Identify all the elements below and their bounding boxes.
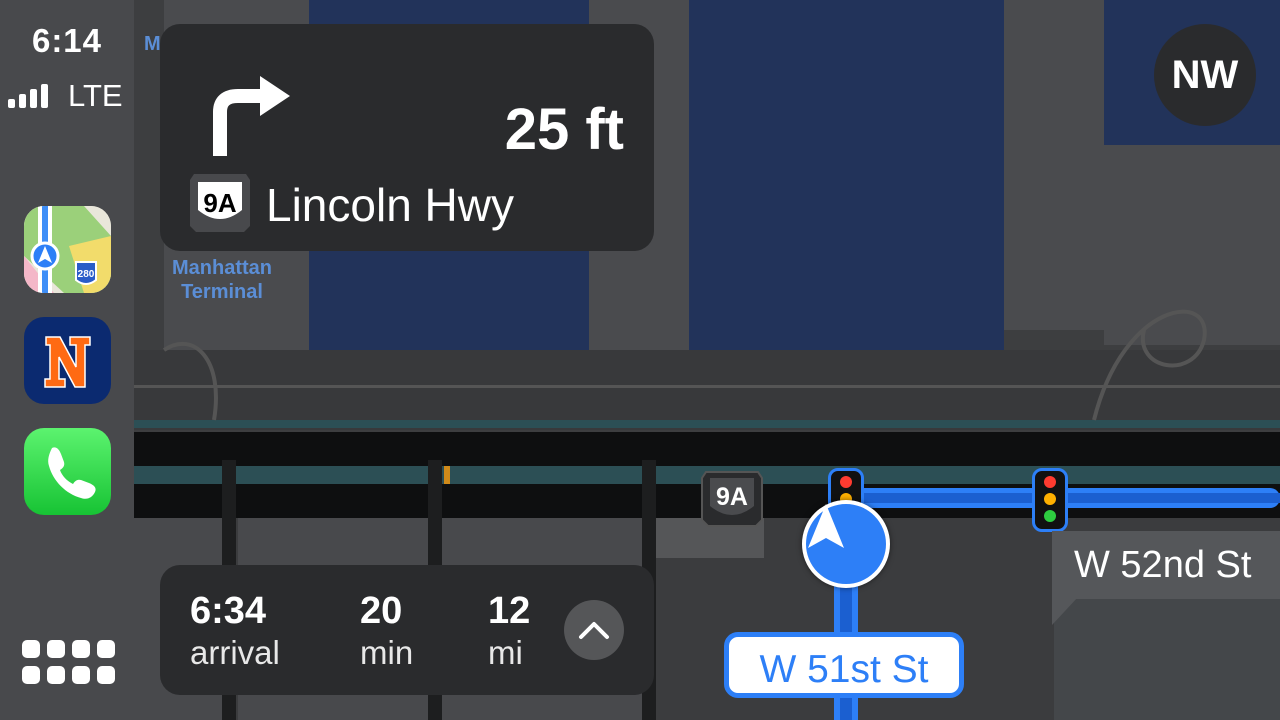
- arrival-time: 6:34: [190, 590, 267, 632]
- arrival-label: arrival: [190, 634, 280, 671]
- poi-label-terminal[interactable]: Manhattan Terminal: [162, 256, 282, 304]
- maneuver-card[interactable]: 25 ft 9A Lincoln Hwy: [160, 24, 654, 251]
- distance-label: mi: [488, 634, 523, 671]
- svg-text:280: 280: [78, 269, 95, 280]
- next-street-label: W 52nd St: [1052, 531, 1280, 625]
- route-shield-icon: 9A: [188, 172, 252, 234]
- traffic-light-icon: [1032, 468, 1068, 532]
- maneuver-distance: 25 ft: [504, 97, 624, 162]
- route-shield-icon: 9A: [700, 470, 764, 528]
- carplay-sidebar: 6:14 LTE 280: [0, 0, 134, 720]
- poi-label-partial: M: [144, 33, 161, 55]
- trip-summary-card[interactable]: 6:34 arrival 20 min 12 mi: [160, 565, 654, 695]
- compass-button[interactable]: NW: [1154, 24, 1256, 126]
- arrival-stat: 6:34 arrival: [190, 589, 280, 673]
- maps-app-icon[interactable]: 280: [24, 206, 111, 293]
- distance-stat: 12 mi: [488, 589, 530, 673]
- phone-app-icon[interactable]: [24, 428, 111, 515]
- maneuver-road-name: Lincoln Hwy: [266, 179, 514, 231]
- duration-label: min: [360, 634, 414, 671]
- current-location-arrow-icon: [802, 500, 890, 588]
- expand-trip-button[interactable]: [564, 600, 624, 660]
- network-type: LTE: [68, 78, 123, 113]
- duration-stat: 20 min: [360, 589, 413, 673]
- duration-value: 20: [360, 590, 403, 632]
- signal-strength-icon: [8, 80, 48, 108]
- chevron-up-icon: [579, 622, 609, 639]
- turn-right-arrow-icon: [213, 76, 290, 156]
- mets-app-icon[interactable]: [24, 317, 111, 404]
- app-grid-button[interactable]: [22, 640, 115, 684]
- clock: 6:14: [31, 22, 103, 59]
- distance-value: 12: [488, 590, 531, 632]
- current-street-label: W 51st St: [724, 632, 964, 698]
